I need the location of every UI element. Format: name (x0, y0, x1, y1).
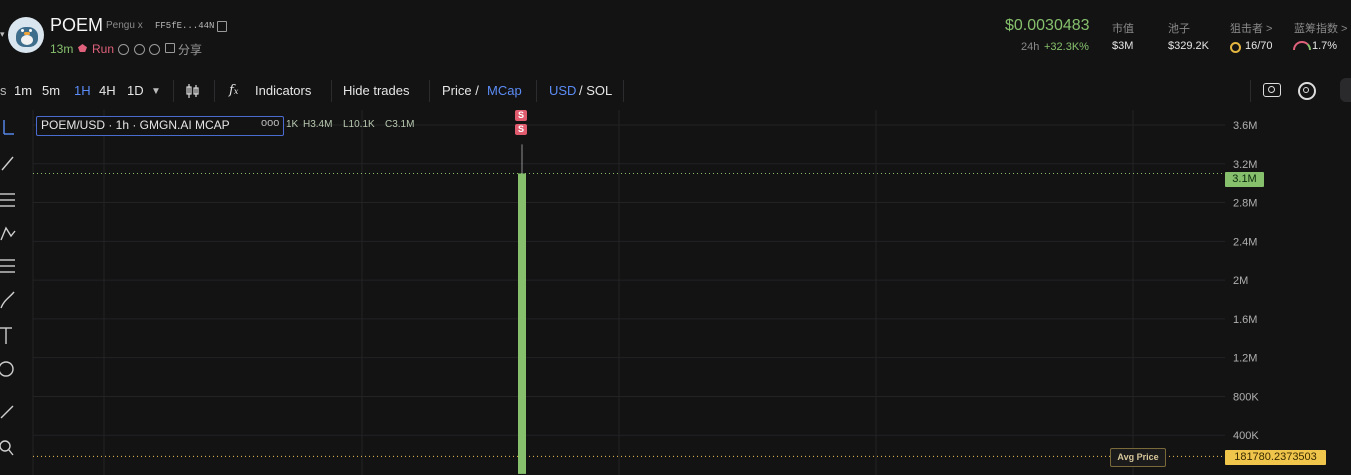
token-name: POEM (50, 15, 104, 35)
trade-marker-sell[interactable]: S (515, 110, 527, 121)
stat-label-bluechip[interactable]: 蓝筹指数 > (1294, 20, 1347, 36)
share-icon[interactable] (165, 43, 175, 53)
ohlc-open: 1K (286, 119, 299, 130)
change-period-label: 24h (1021, 41, 1040, 53)
camera-icon[interactable] (1263, 83, 1281, 97)
interval-1h[interactable]: 1H (74, 83, 91, 98)
y-axis-tick-label: 3.2M (1233, 159, 1257, 171)
usd-toggle[interactable]: USD (549, 83, 576, 98)
legend-title: POEM/USD · 1h · GMGN.AI MCAP (41, 118, 230, 132)
stat-label-pool: 池子 (1168, 23, 1190, 35)
sniper-icon (1230, 42, 1241, 53)
ohlc-low: L10.1K (343, 119, 375, 130)
twitter-icon[interactable] (134, 44, 145, 55)
ohlc-close: C3.1M (385, 119, 415, 130)
stat-value-bluechip: 1.7% (1312, 40, 1338, 52)
indicators-button[interactable]: Indicators (255, 83, 311, 98)
stat-label-snipers[interactable]: 狙击者 > (1230, 20, 1272, 36)
run-label: Run (92, 42, 115, 56)
indicators-icon[interactable]: fx (229, 83, 238, 98)
interval-dropdown-icon[interactable]: ▼ (151, 86, 161, 97)
y-axis-tick-label: 3.6M (1233, 120, 1257, 132)
interval-1m[interactable]: 1m (14, 83, 32, 98)
candle-type-icon[interactable] (185, 83, 201, 99)
mcap-toggle[interactable]: MCap (487, 83, 522, 98)
trade-marker-sell[interactable]: S (515, 124, 527, 135)
stat-label-mcap: 市值 (1112, 23, 1134, 35)
hide-trades-button[interactable]: Hide trades (343, 83, 409, 98)
search-icon[interactable] (118, 44, 129, 55)
stat-value-pool: $329.2K (1168, 40, 1209, 52)
price-chart[interactable]: 3.6M 3.2M 2.8M 2.4M 2M 1.6M 1.2M 800K 400K (0, 110, 1351, 475)
interval-partial[interactable]: s (0, 83, 7, 98)
panel-toggle-button[interactable] (1340, 78, 1351, 102)
toolbar-divider (331, 80, 332, 102)
y-axis-tick-label: 2M (1233, 275, 1248, 287)
token-subtitle: Pengu x (106, 20, 143, 31)
stat-value-mcap: $3M (1112, 40, 1134, 52)
toolbar-divider (536, 80, 537, 102)
legend-more-icon[interactable]: ooo (261, 117, 279, 129)
y-axis-tick-label: 400K (1233, 430, 1259, 442)
toolbar-divider (429, 80, 430, 102)
interval-4h[interactable]: 4H (99, 83, 116, 98)
price-toggle[interactable]: Price / (442, 83, 479, 98)
token-price: $0.0030483 (1005, 17, 1090, 34)
settings-gear-icon[interactable] (1298, 82, 1316, 100)
y-axis-tick-label: 2.8M (1233, 198, 1257, 210)
collapse-arrow-icon[interactable]: ▾ (0, 29, 5, 40)
y-axis-tick-label: 1.6M (1233, 314, 1257, 326)
globe-icon[interactable] (149, 44, 160, 55)
stat-value-snipers: 16/70 (1245, 40, 1273, 52)
toolbar-divider (173, 80, 174, 102)
toolbar-divider (1250, 80, 1251, 102)
y-axis-tick-label: 800K (1233, 391, 1259, 403)
token-header (0, 0, 1351, 70)
avg-price-tag: 181780.2373503 (1225, 450, 1326, 465)
interval-1d[interactable]: 1D (127, 83, 144, 98)
token-address[interactable]: FF5fE...44N (155, 21, 214, 31)
change-value: +32.3K% (1044, 41, 1089, 53)
chart-toolbar (0, 72, 1351, 110)
sol-toggle[interactable]: / SOL (579, 83, 612, 98)
toolbar-divider (623, 80, 624, 102)
toolbar-divider (214, 80, 215, 102)
copy-icon[interactable] (217, 21, 227, 32)
candle-body (518, 173, 526, 474)
current-value-tag: 3.1M (1225, 172, 1264, 187)
y-axis-tick-label: 2.4M (1233, 236, 1257, 248)
token-age: 13m (50, 42, 74, 56)
y-axis-tick-label: 1.2M (1233, 353, 1257, 365)
ohlc-high: H3.4M (303, 119, 333, 130)
avg-price-button[interactable]: Avg Price (1110, 448, 1166, 467)
interval-5m[interactable]: 5m (42, 83, 60, 98)
token-avatar (8, 17, 44, 53)
share-button[interactable]: 分享 (178, 41, 202, 58)
